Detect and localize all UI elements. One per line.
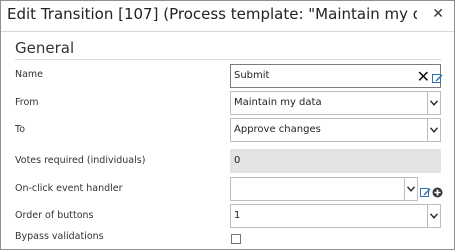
from-value: Maintain my data [234, 97, 322, 108]
section-title: General [15, 39, 75, 57]
dialog-title: Edit Transition [107] (Process template:… [7, 5, 417, 23]
edit-icon[interactable] [432, 69, 443, 88]
to-value: Approve changes [234, 124, 321, 135]
votes-label: Votes required (individuals) [15, 155, 146, 166]
onclick-label: On-click event handler [15, 183, 123, 194]
order-label: Order of buttons [15, 210, 94, 221]
from-select[interactable]: Maintain my data [230, 91, 441, 115]
bypass-label: Bypass validations [15, 231, 104, 242]
clear-icon[interactable]: ✕ [417, 67, 430, 86]
order-value: 1 [234, 210, 241, 221]
from-label: From [15, 97, 39, 108]
add-circle-icon[interactable] [432, 183, 443, 202]
bypass-validations-checkbox[interactable] [231, 234, 241, 244]
chevron-down-icon[interactable] [427, 205, 440, 227]
votes-field: 0 [230, 149, 441, 173]
edit-transition-dialog: Edit Transition [107] (Process template:… [0, 0, 455, 250]
chevron-down-icon[interactable] [404, 178, 417, 200]
onclick-select[interactable] [230, 177, 418, 201]
order-select[interactable]: 1 [230, 204, 441, 228]
section-divider [15, 59, 442, 60]
to-label: To [15, 124, 26, 135]
votes-value: 0 [234, 155, 241, 166]
name-label: Name [15, 69, 44, 80]
chevron-down-icon[interactable] [427, 92, 440, 114]
chevron-down-icon[interactable] [427, 119, 440, 141]
name-value: Submit [234, 70, 270, 81]
name-input[interactable]: Submit ✕ [230, 64, 441, 88]
dialog-titlebar: Edit Transition [107] (Process template:… [1, 1, 454, 32]
edit-icon[interactable] [420, 183, 431, 202]
to-select[interactable]: Approve changes [230, 118, 441, 142]
close-icon[interactable]: ✕ [432, 6, 444, 22]
